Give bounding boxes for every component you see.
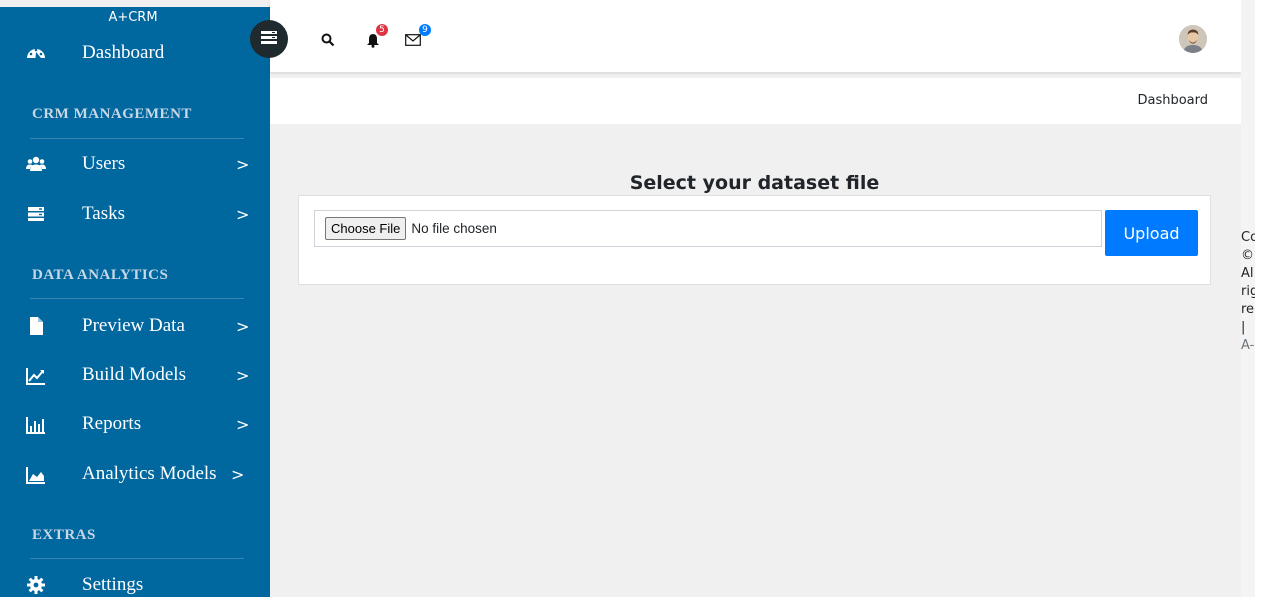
- sidebar-item-label: Dashboard: [82, 42, 165, 63]
- users-icon: [26, 154, 46, 174]
- chevron-right-icon: >: [236, 316, 250, 336]
- footer-text: ©: [1241, 248, 1254, 263]
- chevron-right-icon: >: [231, 464, 245, 484]
- top-navbar: 5 9: [270, 0, 1241, 72]
- sidebar-item-dashboard[interactable]: Dashboard: [0, 33, 270, 73]
- sidebar-item-tasks[interactable]: Tasks >: [0, 194, 270, 234]
- breadcrumb-item-dashboard[interactable]: Dashboard: [1137, 93, 1208, 108]
- upload-button[interactable]: Upload: [1105, 210, 1198, 256]
- sidebar-item-label: Build Models: [82, 364, 186, 385]
- section-data-analytics: DATA ANALYTICS: [32, 267, 169, 283]
- footer: Co © Al rig re | A-: [1241, 229, 1255, 355]
- sidebar-item-label: Users: [82, 153, 126, 174]
- sidebar-item-build-models[interactable]: Build Models >: [0, 355, 270, 395]
- sidebar-item-label: Preview Data: [82, 315, 185, 336]
- file-status-text: No file chosen: [411, 221, 497, 236]
- footer-text: Al: [1241, 266, 1254, 281]
- sidebar-item-label: Settings: [82, 574, 144, 595]
- sidebar-item-preview-data[interactable]: Preview Data >: [0, 306, 270, 346]
- choose-file-button[interactable]: Choose File: [325, 217, 407, 240]
- footer-text: Co: [1241, 230, 1255, 245]
- sidebar-item-analytics-models[interactable]: Analytics Models >: [0, 454, 270, 494]
- chevron-right-icon: >: [236, 365, 250, 385]
- user-avatar[interactable]: [1179, 25, 1207, 53]
- sidebar-item-label: Analytics Models: [82, 463, 217, 484]
- footer-text: |: [1241, 320, 1246, 335]
- upload-card: Choose File No file chosen Upload: [298, 195, 1211, 285]
- section-crm-management: CRM MANAGEMENT: [32, 106, 192, 122]
- notification-count-badge: 5: [376, 24, 388, 36]
- page-title: Select your dataset file: [629, 172, 880, 194]
- file-input[interactable]: Choose File No file chosen: [314, 210, 1102, 247]
- file-icon: [26, 316, 46, 336]
- sidebar-item-label: Reports: [82, 413, 142, 434]
- tasks-icon: [26, 204, 46, 224]
- dashboard-gauge-icon: [26, 43, 46, 63]
- sidebar-item-reports[interactable]: Reports >: [0, 404, 270, 444]
- line-chart-icon: [26, 365, 46, 385]
- footer-text: re: [1241, 302, 1255, 317]
- section-divider: [30, 558, 244, 559]
- section-divider: [30, 298, 244, 299]
- search-icon[interactable]: [320, 32, 336, 48]
- bar-chart-icon: [26, 414, 46, 434]
- sidebar-item-settings[interactable]: Settings: [0, 565, 270, 597]
- sidebar-toggle-button[interactable]: [250, 20, 288, 58]
- breadcrumb: Dashboard: [270, 78, 1241, 124]
- sidebar-item-users[interactable]: Users >: [0, 144, 270, 184]
- envelope-icon[interactable]: [404, 33, 421, 47]
- footer-text: rig: [1241, 284, 1255, 299]
- brand-name: A+CRM: [108, 10, 158, 25]
- menu-icon: [261, 30, 277, 49]
- sidebar-item-label: Tasks: [82, 203, 126, 224]
- section-extras: EXTRAS: [32, 527, 96, 543]
- chevron-right-icon: >: [236, 154, 250, 174]
- footer-link[interactable]: A-: [1241, 337, 1255, 355]
- area-chart-icon: [26, 464, 46, 484]
- section-divider: [30, 138, 244, 139]
- sidebar: A+CRM Dashboard CRM MANAGEMENT Users > T…: [0, 7, 270, 597]
- chevron-right-icon: >: [236, 414, 250, 434]
- gear-icon: [26, 575, 46, 595]
- message-count-badge: 9: [419, 24, 431, 36]
- page-scrollbar[interactable]: [1255, 0, 1261, 597]
- chevron-right-icon: >: [236, 204, 250, 224]
